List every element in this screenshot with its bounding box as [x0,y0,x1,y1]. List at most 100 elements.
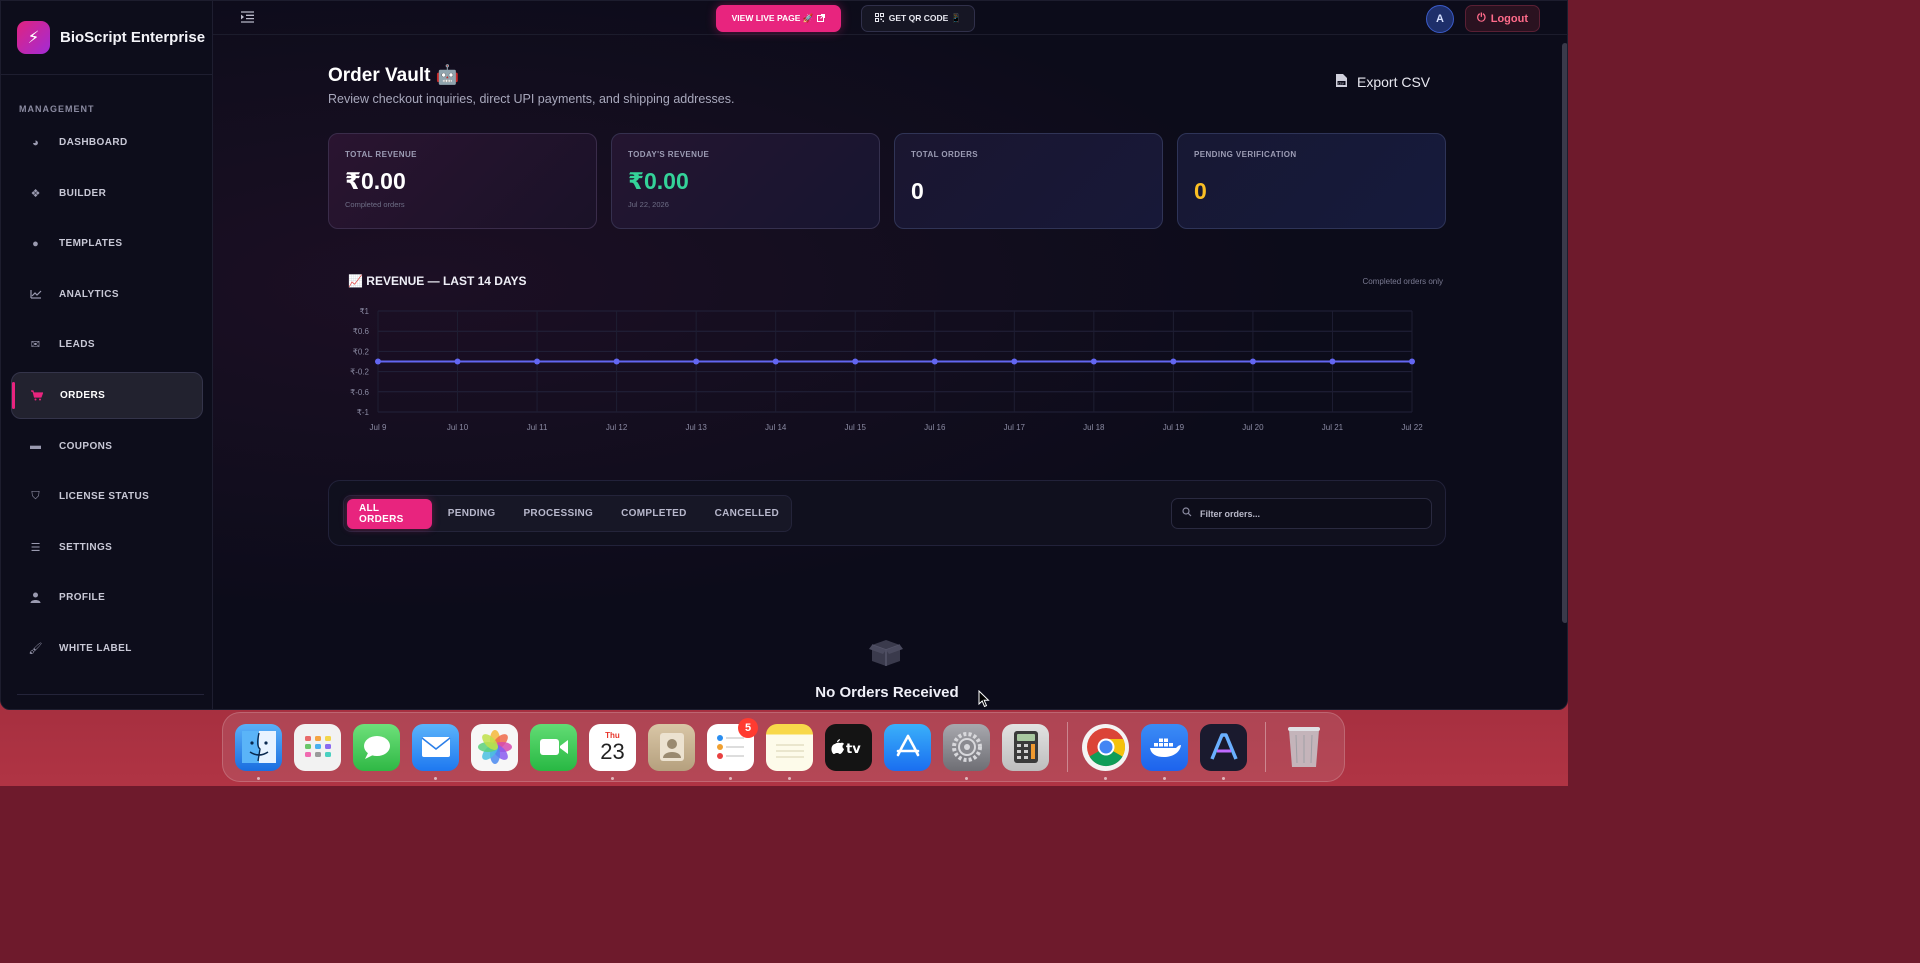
calendar-day: 23 [600,738,625,764]
stat-card-todays-revenue: TODAY'S REVENUE ₹0.00 Jul 22, 2026 [611,133,880,229]
chrome-icon[interactable] [1082,723,1129,780]
sidebar-item-leads[interactable]: ✉ LEADS [11,321,203,368]
finder-icon[interactable] [235,723,282,780]
running-indicator [1163,776,1166,780]
sidebar: ⚡ BioScript Enterprise MANAGEMENT ◕ DASH… [1,1,213,709]
sidebar-item-builder[interactable]: ❖ BUILDER [11,170,203,217]
facetime-icon[interactable] [530,723,577,771]
data-point [1090,358,1097,365]
tab-cancelled[interactable]: CANCELLED [703,499,791,529]
qr-code-icon [874,13,884,24]
x-tick-label: Jul 20 [1242,423,1264,432]
x-tick-label: Jul 12 [606,423,628,432]
settings-icon[interactable] [943,723,990,780]
csv-file-icon: csv [1335,73,1348,91]
stat-value: ₹0.00 [345,168,406,194]
stat-label: TOTAL ORDERS [911,150,979,159]
sidebar-item-label: COUPONS [59,440,113,452]
running-indicator [434,776,437,780]
sidebar-toggle-icon[interactable] [241,10,257,26]
chart-title: 📈 REVENUE — LAST 14 DAYS [348,274,527,288]
x-tick-label: Jul 9 [370,423,387,432]
stat-label: TODAY'S REVENUE [628,150,710,159]
palette-icon: ● [32,237,39,250]
sidebar-item-analytics[interactable]: ANALYTICS [11,271,203,318]
external-link-icon [817,13,826,24]
x-tick-label: Jul 15 [845,423,867,432]
x-tick-label: Jul 22 [1401,423,1423,432]
view-live-page-button[interactable]: VIEW LIVE PAGE 🚀 [716,5,841,32]
tv-icon[interactable]: tv [825,723,872,771]
sidebar-item-templates[interactable]: ● TEMPLATES [11,220,203,267]
running-indicator [1222,776,1225,780]
notification-badge: 5 [738,717,758,738]
running-indicator [729,776,732,780]
tab-pending[interactable]: PENDING [436,499,508,529]
sidebar-item-license-status[interactable]: ⛉ LICENSE STATUS [11,473,203,520]
data-point [693,358,700,365]
sidebar-item-profile[interactable]: PROFILE [11,574,203,621]
filter-orders-search[interactable] [1171,498,1432,529]
stat-value: ₹0.00 [628,168,689,194]
sidebar-item-label: ORDERS [60,389,106,401]
sidebar-item-orders[interactable]: ORDERS [11,371,203,419]
scrollbar-thumb[interactable] [1562,43,1567,623]
trash-icon[interactable] [1280,724,1327,771]
sidebar-item-label: WHITE LABEL [59,642,132,654]
ticket-icon: ▬ [30,440,41,453]
export-csv-label: Export CSV [1357,74,1431,90]
view-live-page-label: VIEW LIVE PAGE 🚀 [731,13,814,23]
calendar-icon[interactable]: Thu 23 [589,723,636,780]
sidebar-item-white-label[interactable]: 🖌 WHITE LABEL [11,625,203,672]
x-tick-label: Jul 19 [1163,423,1185,432]
running-indicator [257,776,260,780]
y-tick-label: ₹0.6 [353,327,370,336]
sidebar-item-label: LEADS [59,339,95,351]
avatar[interactable]: A [1426,5,1454,33]
scrollbar[interactable] [1561,35,1567,709]
stats-row: TOTAL REVENUE ₹0.00 Completed orders TOD… [328,133,1446,229]
data-point [613,358,620,365]
get-qr-code-button[interactable]: GET QR CODE 📱 [861,5,975,32]
affinity-icon[interactable] [1200,723,1247,780]
sidebar-item-coupons[interactable]: ▬ COUPONS [11,423,203,470]
cart-icon [30,389,43,402]
mouse-cursor-icon [978,689,990,708]
mail-icon[interactable] [412,723,459,780]
sidebar-nav: ◕ DASHBOARD ❖ BUILDER ● TEMPLATES ANALYT… [1,119,213,676]
notes-icon[interactable] [766,723,813,780]
running-indicator [788,776,791,780]
calculator-icon[interactable] [1002,723,1049,771]
y-tick-label: ₹-1 [357,408,370,417]
tab-processing[interactable]: PROCESSING [511,499,605,529]
export-csv-button[interactable]: csv Export CSV [1335,73,1430,91]
logout-button[interactable]: ⏻ Logout [1465,5,1540,32]
app-window: ⚡ BioScript Enterprise MANAGEMENT ◕ DASH… [0,0,1568,710]
brand[interactable]: ⚡ BioScript Enterprise [1,1,212,75]
empty-state-title: No Orders Received [815,684,959,701]
search-input[interactable] [1200,508,1420,519]
data-point [534,358,541,365]
order-status-tabs: ALL ORDERS PENDING PROCESSING COMPLETED … [343,495,792,532]
launchpad-icon[interactable] [294,723,341,771]
sidebar-item-settings[interactable]: ☰ SETTINGS [11,524,203,571]
sidebar-item-dashboard[interactable]: ◕ DASHBOARD [11,119,203,166]
tab-completed[interactable]: COMPLETED [609,499,698,529]
running-indicator [611,776,614,780]
page-title: Order Vault 🤖 [328,63,459,87]
sidebar-item-label: TEMPLATES [59,238,123,250]
pie-chart-icon: ◕ [32,136,39,149]
tab-all-orders[interactable]: ALL ORDERS [347,498,432,529]
docker-icon[interactable] [1141,723,1188,780]
appstore-icon[interactable] [884,723,931,771]
reminders-icon[interactable]: 5 [707,717,758,780]
sidebar-item-label: SETTINGS [59,541,113,553]
empty-box-icon [869,637,903,667]
messages-icon[interactable] [353,723,400,771]
photos-icon[interactable] [471,723,518,771]
contacts-icon[interactable] [648,723,695,771]
data-point [852,358,859,365]
sidebar-item-label: BUILDER [59,187,107,199]
stat-value: 0 [911,178,924,204]
topbar: VIEW LIVE PAGE 🚀 GET QR CODE 📱 A ⏻ Logou… [213,1,1567,35]
